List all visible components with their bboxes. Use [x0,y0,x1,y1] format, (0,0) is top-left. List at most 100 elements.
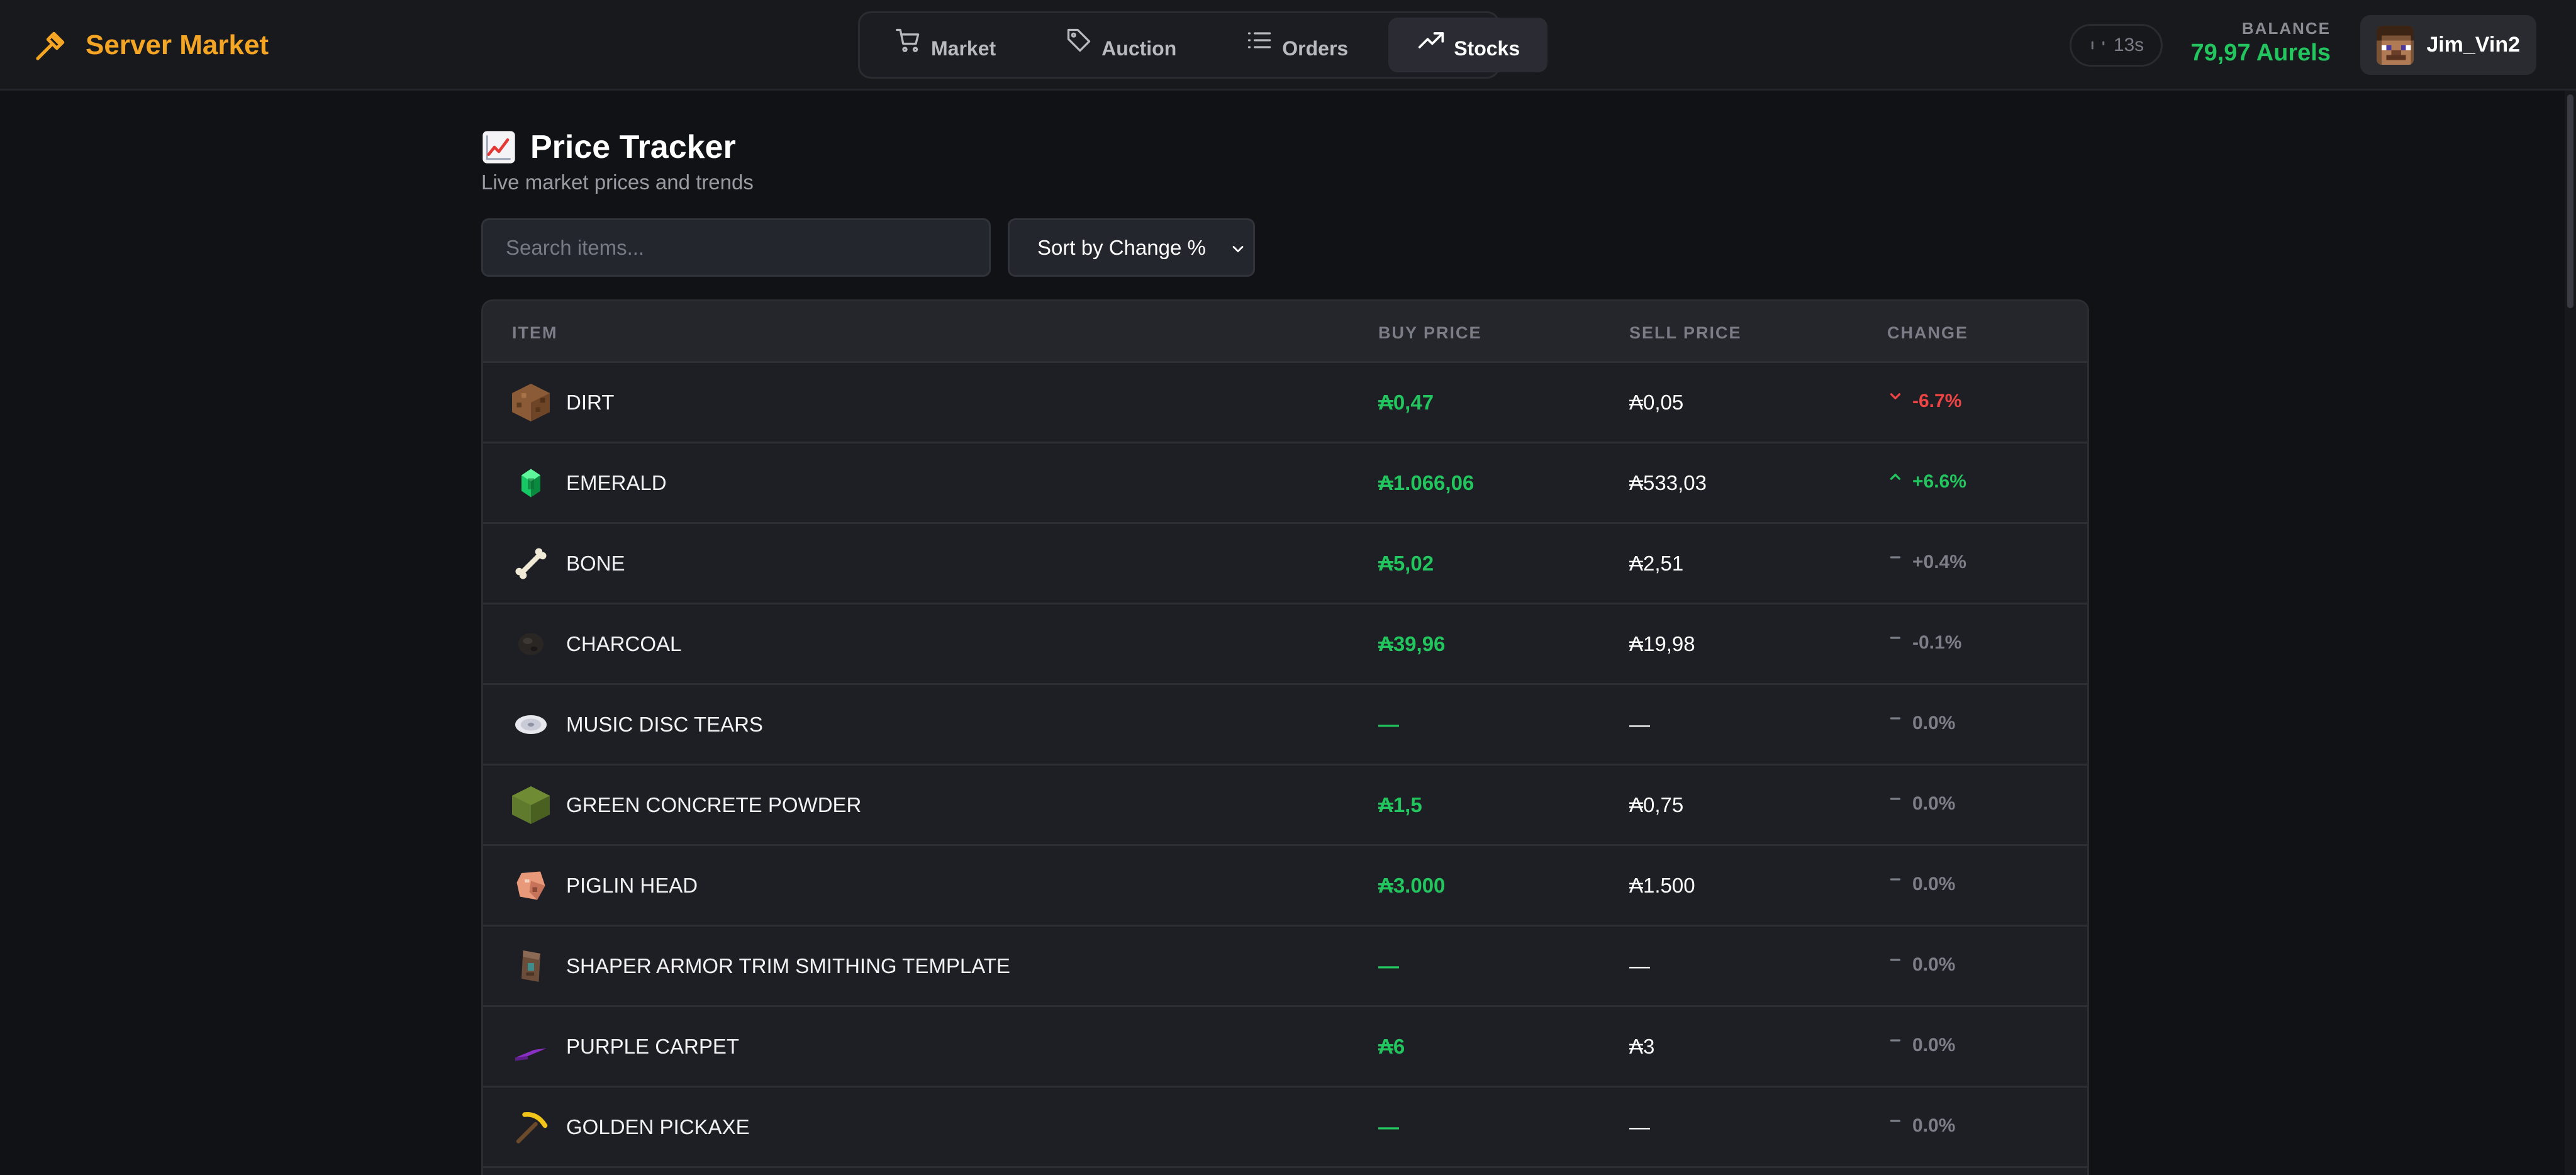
sell-price: ₳0,75 [1629,793,1684,816]
page-scrollbar[interactable] [2565,91,2576,1175]
table-row[interactable]: SHAPER ARMOR TRIM SMITHING TEMPLATE — — … [483,927,2087,1007]
item-cell: EMERALD [512,443,667,522]
change-cell: 0.0% [1887,713,1955,734]
sell-price: — [1629,713,1650,736]
item-name: CHARCOAL [566,632,682,655]
column-header-sell-price[interactable]: SELL PRICE [1629,323,1742,343]
item-cell: DIRT [512,363,614,442]
change-percent: 0.0% [1912,1035,1956,1055]
scrollbar-thumb[interactable] [2567,94,2573,308]
change-cell: -0.1% [1887,632,1961,654]
hammer-icon [33,27,69,64]
minus-icon [1890,1120,1901,1122]
page-title: Price Tracker [530,129,736,165]
change-cell: 0.0% [1887,954,1955,976]
item-cell: CHARCOAL [512,604,681,683]
smithing-template-icon [512,947,550,985]
change-percent: +0.4% [1912,552,1966,572]
buy-price: ₳5,02 [1378,552,1434,575]
tab-label: Auction [1101,37,1177,60]
loading-spinner-icon [2091,41,2105,50]
sell-price: ₳19,98 [1629,632,1695,655]
minus-icon [1890,556,1901,559]
piglin-head-icon [512,867,550,905]
column-header-buy-price[interactable]: BUY PRICE [1378,323,1482,343]
search-input[interactable] [481,218,991,277]
music-disc-icon [512,706,550,743]
item-name: SHAPER ARMOR TRIM SMITHING TEMPLATE [566,954,1010,977]
emerald-icon [512,464,550,502]
change-percent: 0.0% [1912,1115,1956,1136]
table-row[interactable]: DIRT ₳0,47 ₳0,05 -6.7% [483,363,2087,443]
cart-icon [893,25,923,55]
sell-price: ₳533,03 [1629,471,1707,494]
buy-price: ₳1.066,06 [1378,471,1475,494]
column-header-item[interactable]: ITEM [512,323,558,343]
list-icon [1244,25,1274,55]
table-header: ITEM BUY PRICE SELL PRICE CHANGE [483,301,2087,363]
balance: BALANCE 79,97 Aurels [2190,19,2331,67]
sell-price: ₳2,51 [1629,552,1684,575]
buy-price: ₳0,47 [1378,391,1434,414]
buy-price: — [1378,954,1399,977]
table-row[interactable]: GOLDEN PICKAXE — — 0.0% [483,1088,2087,1168]
item-cell: BONE [512,524,625,603]
page-subtitle: Live market prices and trends [481,170,754,194]
avatar [2377,25,2414,65]
item-cell: GREEN CONCRETE POWDER [512,766,861,844]
column-header-change[interactable]: CHANGE [1887,323,1968,343]
tab-auction[interactable]: Auction [1036,18,1204,72]
tab-label: Market [931,37,996,60]
tab-stocks[interactable]: Stocks [1388,18,1548,72]
minus-icon [1890,798,1901,800]
price-table: ITEM BUY PRICE SELL PRICE CHANGE DIRT ₳0… [481,299,2089,1175]
change-percent: -6.7% [1912,391,1962,411]
item-name: GOLDEN PICKAXE [566,1115,750,1139]
buy-price: ₳6 [1378,1035,1405,1058]
table-row[interactable]: MUSIC DISC TEARS — — 0.0% [483,685,2087,766]
change-cell: 0.0% [1887,874,1955,895]
table-row[interactable]: GREEN CONCRETE POWDER ₳1,5 ₳0,75 0.0% [483,766,2087,846]
item-name: PIGLIN HEAD [566,873,698,897]
refresh-countdown: 13s [2113,35,2144,55]
item-name: MUSIC DISC TEARS [566,712,763,736]
user-menu[interactable]: Jim_Vin2 [2360,15,2536,75]
user-name: Jim_Vin2 [2426,33,2520,57]
table-row[interactable]: CHARCOAL ₳39,96 ₳19,98 -0.1% [483,604,2087,685]
tab-market[interactable]: Market [866,18,1023,72]
change-percent: 0.0% [1912,874,1956,894]
dirt-icon [512,383,550,421]
brand-name: Server Market [86,30,269,60]
item-cell: GOLDEN PICKAXE [512,1088,750,1166]
sell-price: ₳1.500 [1629,874,1695,897]
item-name: BONE [566,551,625,575]
charcoal-icon [512,625,550,663]
change-percent: 0.0% [1912,713,1956,733]
minus-icon [1890,959,1901,961]
chevron-up-icon [1890,474,1901,480]
minus-icon [1890,878,1901,881]
sort-select[interactable]: Sort by Change % [1008,218,1255,277]
table-row[interactable]: PIGLIN HEAD ₳3.000 ₳1.500 0.0% [483,846,2087,927]
refresh-timer[interactable]: 13s [2070,24,2163,67]
trending-up-icon [1416,25,1446,55]
main-nav: Market Auction Orders Stocks [858,11,1548,79]
brand[interactable]: Server Market [33,23,269,68]
buy-price: ₳3.000 [1378,874,1446,897]
change-percent: 0.0% [1912,793,1956,814]
table-row[interactable]: PURPLE CARPET ₳6 ₳3 0.0% [483,1007,2087,1088]
table-row[interactable]: EMERALD ₳1.066,06 ₳533,03 +6.6% [483,443,2087,524]
tab-label: Orders [1282,37,1349,60]
minus-icon [1890,1039,1901,1042]
buy-price: — [1378,713,1399,736]
page-header: Price Tracker [481,125,736,170]
item-cell: PURPLE CARPET [512,1007,739,1086]
table-row[interactable]: BONE ₳5,02 ₳2,51 +0.4% [483,524,2087,604]
sort-select-value: Sort by Change % [1037,235,1206,259]
concrete-powder-icon [512,786,550,824]
sell-price: — [1629,1115,1650,1139]
item-name: EMERALD [566,471,667,494]
tab-orders[interactable]: Orders [1217,18,1376,72]
item-cell: MUSIC DISC TEARS [512,685,763,764]
buy-price: ₳1,5 [1378,793,1422,816]
